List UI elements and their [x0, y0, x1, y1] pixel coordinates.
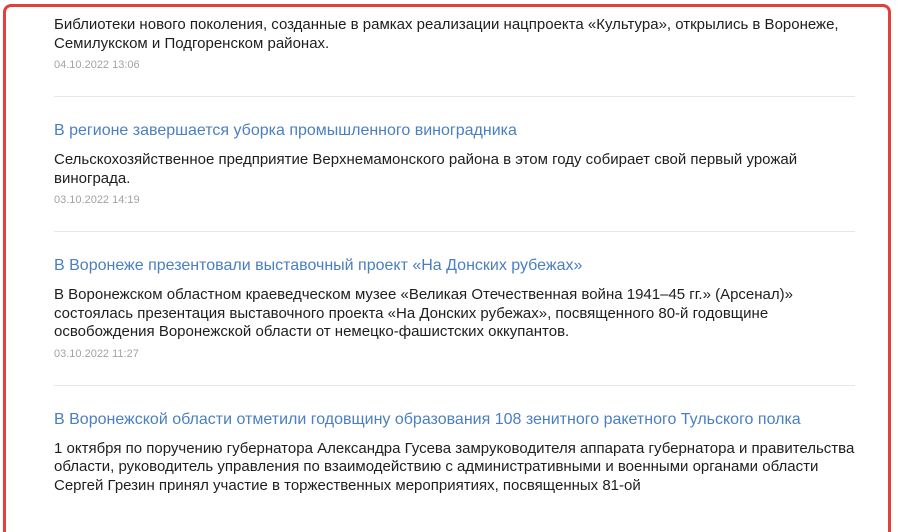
news-title-link[interactable]: В Воронежской области отметили годовщину…: [54, 409, 855, 429]
news-summary: 1 октября по поручению губернатора Алекс…: [54, 439, 855, 494]
news-item: В регионе завершается уборка промышленно…: [54, 97, 855, 232]
news-date: 03.10.2022 11:27: [54, 347, 139, 360]
news-title-link[interactable]: В регионе завершается уборка промышленно…: [54, 120, 855, 140]
news-feed: Библиотеки нового поколения, созданные в…: [54, 0, 855, 519]
news-date: 03.10.2022 14:19: [54, 194, 140, 206]
news-item: Библиотеки нового поколения, созданные в…: [54, 0, 855, 97]
news-title-link[interactable]: В Воронеже презентовали выставочный прое…: [54, 255, 855, 275]
news-summary: В Воронежском областном краеведческом му…: [54, 286, 793, 340]
news-summary: Сельскохозяйственное предприятие Верхнем…: [54, 151, 798, 187]
news-item-top-spacer: [54, 0, 855, 16]
news-summary: Библиотеки нового поколения, созданные в…: [54, 16, 839, 52]
news-date: 04.10.2022 13:06: [54, 59, 140, 71]
news-item: В Воронеже презентовали выставочный прое…: [54, 232, 855, 386]
news-viewport[interactable]: Библиотеки нового поколения, созданные в…: [0, 0, 898, 532]
news-item: В Воронежской области отметили годовщину…: [54, 386, 855, 520]
